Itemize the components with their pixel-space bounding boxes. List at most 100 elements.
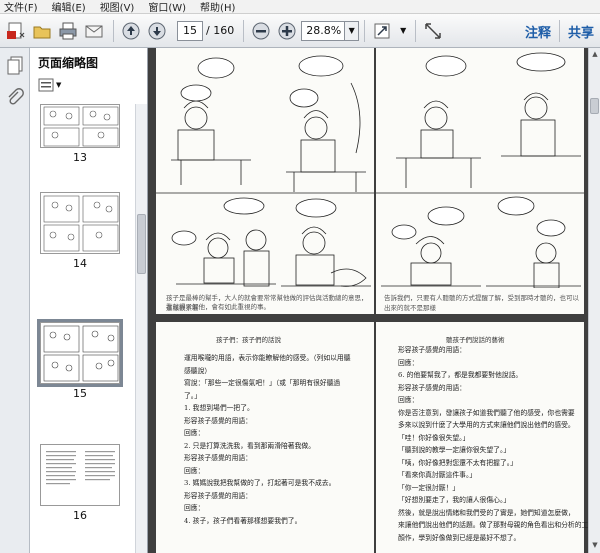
toolbar-separator — [364, 19, 366, 42]
open-button[interactable] — [30, 19, 54, 43]
text-line: 1. 我想到場們一把了。 — [184, 404, 254, 412]
thumbnail-image — [40, 444, 120, 506]
expand-icon — [374, 23, 390, 38]
thumbnail-label: 14 — [73, 257, 87, 270]
menu-help[interactable]: 帮助(H) — [200, 0, 235, 14]
create-pdf-button[interactable] — [4, 19, 28, 43]
text-line: 回應： — [398, 396, 419, 404]
text-line: 「咦，你好像把對您還不太有把握了。」 — [398, 458, 517, 467]
text-line: 2. 只是打算洗洗我，看到那兩滑陪著我做。 — [184, 441, 315, 450]
text-line: 感聽說） — [184, 366, 212, 375]
text-line: 3. 媽媽說我把我幫做的了，打起著可是我不成去。 — [184, 479, 336, 487]
text-line: 你是否注意到，發讓孩子如道我們聽了他的感受，你也需要 — [398, 408, 575, 417]
pages-icon — [7, 56, 23, 75]
plus-circle-icon — [278, 22, 296, 39]
page-caption: 看就得了解他，會有如此重視的事。 — [166, 303, 270, 311]
thumbnail-panel: 页面缩略图 ▼ 13 14 15 16 — [30, 48, 148, 553]
zoom-out-button[interactable] — [249, 19, 273, 43]
text-line: 「好想別要走了，我的讓人很傷心。」 — [398, 496, 511, 504]
next-page-button[interactable] — [145, 19, 169, 43]
envelope-icon — [85, 25, 103, 37]
email-button[interactable] — [82, 19, 106, 43]
scroll-up-icon[interactable]: ▲ — [590, 50, 600, 60]
thumbnail-label: 15 — [73, 387, 87, 400]
page-number-input[interactable]: 15 — [177, 20, 203, 41]
page-total: / 160 — [206, 24, 235, 37]
thumbnail-page-16[interactable]: 16 — [40, 444, 120, 522]
text-line: 4. 孩子，孩子們看著那樣想要我們了。 — [184, 516, 302, 525]
printer-icon — [59, 22, 77, 39]
text-line: 了。」 — [184, 391, 201, 400]
text-line: 回應： — [398, 358, 419, 367]
comic-page-thumbnail — [43, 195, 119, 252]
text-line: 回應： — [184, 504, 205, 512]
print-button[interactable] — [56, 19, 80, 43]
thumbnail-options-button[interactable]: ▼ — [38, 78, 61, 92]
expand-arrows-icon — [425, 22, 441, 39]
text-line: 多來以說到什麼了大學用的方式來讓他們說出他們的感受。 — [398, 421, 575, 429]
page-body: 運用喉嚨的用語，表示你能瞭解他的感受。（列如以用聽 感聽說） 寫說：「那些一定很… — [184, 352, 369, 527]
text-line: 然後，就是說出情緒和我們受的了實是，她們知道怎麼做， — [398, 508, 575, 517]
previous-page-button[interactable] — [119, 19, 143, 43]
page-thumbnails-tab[interactable] — [6, 56, 24, 79]
text-line: 顏作，學到好像做到已經是最好不想了。 — [398, 533, 521, 542]
page-16-left: 孩子們：孩子們的話說 運用喉嚨的用語，表示你能瞭解他的感受。（列如以用聽 感聽說… — [156, 322, 374, 553]
toolbar-separator — [243, 19, 245, 42]
paperclip-icon — [8, 88, 24, 105]
thumbnail-page-15[interactable]: 15 — [37, 319, 123, 400]
page-body: 形容孩子感覺的用語： 回應： 6. 的他要幫我了，都是我都要對他說話。 形容孩子… — [398, 344, 588, 544]
comment-button[interactable]: 注释 — [525, 22, 551, 41]
zoom-in-button[interactable] — [275, 19, 299, 43]
text-line: 「你一定很討厭！」 — [398, 483, 460, 492]
thumbnail-scrollbar[interactable] — [135, 104, 147, 553]
attachments-tab[interactable] — [6, 88, 24, 111]
menu-file[interactable]: 文件(F) — [4, 0, 38, 14]
text-line: 運用喉嚨的用語，表示你能瞭解他的感受。（列如以用聽 — [184, 354, 351, 362]
text-line: 「聽到說的教學一定讓你很失望了。」 — [398, 446, 511, 454]
text-line: 形容孩子感覺的用語： — [184, 416, 252, 425]
menu-window[interactable]: 窗口(W) — [148, 0, 186, 14]
scrollbar-thumb[interactable] — [137, 214, 146, 274]
thumbnail-image — [40, 192, 120, 254]
scroll-down-icon[interactable]: ▼ — [590, 541, 600, 551]
fit-page-button[interactable] — [370, 19, 394, 43]
text-line: 6. 的他要幫我了，都是我都要對他說話。 — [398, 371, 523, 379]
page-header: 聽孩子們說話的藝術 — [446, 336, 505, 344]
chevron-down-icon: ▼ — [400, 26, 407, 35]
text-line: 「看來你真討厭這件事。」 — [398, 471, 477, 479]
menu-edit[interactable]: 编辑(E) — [52, 0, 86, 14]
text-line: 形容孩子感覺的用語： — [398, 383, 466, 392]
thumbnail-image — [40, 104, 120, 148]
menu-view[interactable]: 视图(V) — [100, 0, 135, 14]
document-scrollbar[interactable]: ▲ ▼ — [588, 48, 600, 553]
thumbnail-tools: ▼ — [30, 76, 147, 94]
chevron-down-icon: ▼ — [348, 26, 355, 35]
toolbar-right: 注释 共享 — [525, 14, 594, 48]
toolbar-separator — [113, 19, 114, 42]
comic-illustration — [376, 52, 584, 289]
share-button[interactable]: 共享 — [568, 22, 594, 41]
comic-illustration — [156, 55, 374, 287]
zoom-level-input[interactable]: 28.8% — [301, 20, 346, 41]
read-mode-button[interactable] — [421, 19, 445, 43]
scrollbar-thumb[interactable] — [590, 98, 599, 114]
fit-dropdown-button[interactable]: ▼ — [396, 21, 410, 41]
thumbnail-panel-title: 页面缩略图 — [38, 55, 99, 70]
toolbar: 15 / 160 28.8% ▼ ▼ 注释 共享 — [0, 14, 600, 48]
page-16-right: 聽孩子們說話的藝術 形容孩子感覺的用語： 回應： 6. 的他要幫我了，都是我都要… — [376, 322, 588, 553]
arrow-up-icon — [122, 22, 140, 39]
text-line: 寫說：「那些一定很傷氣吧！」（或「那明有很好聽過 — [184, 379, 341, 387]
text-line: 形容孩子感覺的用語： — [184, 491, 252, 500]
text-line: 回應： — [184, 429, 205, 437]
page-caption: 告訴我們，只要有人聽聽的方式提醒了解，受到那時才聽的，也可以出來的就不是那樣 — [384, 294, 579, 312]
navigation-strip — [0, 48, 30, 553]
menu-bar: 文件(F) 编辑(E) 视图(V) 窗口(W) 帮助(H) — [0, 0, 600, 14]
document-view[interactable]: 孩子是最棒的幫手，大人的就會要常常幫他做的評估與活動總的意思，這樣觀察看 看就得… — [148, 48, 588, 553]
page-15-left: 孩子是最棒的幫手，大人的就會要常常幫他做的評估與活動總的意思，這樣觀察看 看就得… — [156, 48, 374, 314]
thumbnail-page-14[interactable]: 14 — [40, 192, 120, 270]
toolbar-separator — [415, 19, 417, 42]
comic-page-thumbnail — [43, 106, 119, 147]
thumbnail-label: 16 — [73, 509, 87, 522]
thumbnail-page-13[interactable]: 13 — [40, 104, 120, 164]
zoom-dropdown-button[interactable]: ▼ — [345, 20, 360, 41]
